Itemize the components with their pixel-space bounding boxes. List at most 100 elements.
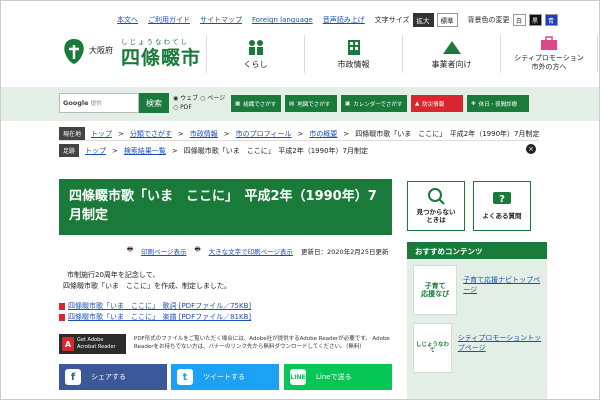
- footprint-link[interactable]: 検索結果一覧: [124, 146, 166, 156]
- search-by-org-button[interactable]: ▦ 組織でさがす: [231, 95, 281, 112]
- search-button[interactable]: 検索: [139, 93, 169, 113]
- kosodate-banner[interactable]: 子育て 応援なび: [413, 265, 458, 315]
- radio-pdf[interactable]: ○: [173, 104, 178, 111]
- page-title: 四條畷市歌「いま ここに」 平成2年（1990年）7月制定: [59, 179, 392, 235]
- facebook-share-label: シェアする: [91, 373, 126, 381]
- twitter-share-label: ツイートする: [203, 373, 245, 381]
- radio-web[interactable]: ◉: [173, 95, 178, 102]
- page-meta: 🖶 印刷ページ表示 🖶 大きな文字で印刷ページ表示 更新日：2020年2月25日…: [127, 245, 388, 256]
- org-icon: ▦: [235, 100, 241, 107]
- utility-bar: 本文へ ご利用ガイド サイトマップ Foreign language 音声読み上…: [117, 13, 558, 27]
- tool-buttons: ▦ 組織でさがす ▤ 地図でさがす ▣ カレンダーでさがす ▲ 防災情報 ✚ 休日・夜間診…: [231, 95, 529, 112]
- line-share-button[interactable]: LINE Lineで送る: [284, 364, 392, 390]
- facebook-share-button[interactable]: f シェアする: [59, 364, 167, 390]
- close-icon[interactable]: ×: [526, 144, 536, 154]
- nav-shisei-label: 市政情報: [337, 59, 370, 69]
- breadcrumb-link[interactable]: 市政情報: [190, 129, 218, 139]
- sitemap-link[interactable]: サイトマップ: [200, 15, 242, 25]
- lyrics-pdf-link[interactable]: 四條畷市歌「いま ここに」 歌詞 [PDFファイル／75KB]: [68, 302, 251, 310]
- twitter-share-button[interactable]: t ツイートする: [171, 364, 279, 390]
- bag-icon: [541, 36, 557, 51]
- nav-business[interactable]: 事業者向け: [402, 35, 500, 73]
- search-by-map-button[interactable]: ▤ 地図でさがす: [285, 95, 337, 112]
- adobe-acrobat-icon: A: [62, 337, 74, 351]
- search-by-org-label: 組織でさがす: [243, 101, 277, 108]
- foreign-language-link[interactable]: Foreign language: [252, 16, 313, 24]
- kosodate-link[interactable]: 子育て応援ナビトップページ: [463, 275, 543, 295]
- recommended-item[interactable]: 子育て 応援なび 子育て応援ナビトップページ: [413, 265, 543, 315]
- prefecture-label: 大阪府: [89, 46, 113, 55]
- body-line-2: 四條畷市歌「いま ここに」を作成、制定しました。: [63, 282, 231, 290]
- text-size-control: 文字サイズ 拡大 標準: [375, 13, 458, 27]
- breadcrumb-link[interactable]: 市の概要: [309, 129, 337, 139]
- nav-city-promotion[interactable]: シティプロモーション 市外の方へ: [500, 35, 598, 73]
- map-icon: ▤: [289, 100, 295, 107]
- search-by-calendar-label: カレンダーでさがす: [353, 101, 403, 108]
- city-emblem-icon[interactable]: [61, 37, 87, 65]
- magnifier-person-icon: [428, 188, 445, 205]
- nav-business-label: 事業者向け: [431, 59, 472, 69]
- page-frame: 本文へ ご利用ガイド サイトマップ Foreign language 音声読み上…: [0, 0, 600, 400]
- nav-shisei[interactable]: 市政情報: [304, 35, 402, 73]
- holiday-clinic-button[interactable]: ✚ 休日・夜間診療: [467, 95, 529, 112]
- print-icon: 🖶: [127, 245, 134, 253]
- nav-city-promotion-label: シティプロモーション 市外の方へ: [514, 54, 584, 71]
- city-name-logo[interactable]: 四條畷市: [121, 43, 201, 70]
- disaster-info-button[interactable]: ▲ 防災情報: [411, 95, 463, 112]
- nav-kurashi[interactable]: くらし: [206, 35, 304, 73]
- text-size-label: 文字サイズ: [374, 16, 410, 24]
- line-icon: LINE: [290, 369, 306, 385]
- bg-white-button[interactable]: 白: [512, 14, 526, 26]
- google-label: Google: [63, 99, 89, 107]
- not-found-label: 見つからない ときは: [416, 208, 456, 224]
- print-large-icon: 🖶: [194, 245, 201, 253]
- radio-page[interactable]: ○: [200, 95, 205, 102]
- breadcrumb: 現在地 トップ > 分類でさがす > 市政情報 > 市のプロフィール > 市の概要 > 四…: [59, 127, 540, 140]
- building-icon: [347, 39, 360, 55]
- holiday-clinic-label: 休日・夜間診療: [478, 101, 518, 108]
- breadcrumb-tag: 現在地: [59, 127, 86, 140]
- faq-label: よくある質問: [482, 212, 522, 221]
- breadcrumb-link[interactable]: 市のプロフィール: [236, 129, 292, 139]
- pdf-icon: [59, 313, 65, 321]
- adobe-badge-line2: Acrobat Reader: [77, 344, 116, 350]
- breadcrumb-link[interactable]: 分類でさがす: [130, 129, 172, 139]
- body-text: 市制施行20周年を記念して、 四條畷市歌「いま ここに」を作成、制定しました。: [63, 270, 231, 292]
- recommended-item[interactable]: しじょうなわて シティプロモーショントップページ: [413, 323, 543, 373]
- recommended-title: おすすめコンテンツ: [407, 242, 547, 259]
- large-print-page-link[interactable]: 大きな文字で印刷ページ表示: [209, 246, 293, 256]
- pdf-links: 四條畷市歌「いま ここに」 歌詞 [PDFファイル／75KB] 四條畷市歌「いま…: [59, 301, 251, 323]
- text-size-standard-button[interactable]: 標準: [436, 13, 458, 27]
- breadcrumb-link[interactable]: トップ: [91, 129, 112, 139]
- medical-icon: ✚: [471, 100, 476, 107]
- adobe-reader-banner[interactable]: A Get Adobe Acrobat Reader: [59, 334, 126, 354]
- radio-pdf-label: PDF: [180, 104, 192, 111]
- search-by-map-label: 地図でさがす: [297, 101, 331, 108]
- search-input[interactable]: Google 提供: [59, 93, 139, 113]
- bg-blue-button[interactable]: 青: [544, 14, 558, 26]
- pdf-icon: [59, 302, 65, 310]
- footprint-tag: 足跡: [59, 144, 80, 157]
- calendar-icon: ▣: [345, 100, 351, 107]
- city-promotion-banner[interactable]: しじょうなわて: [413, 323, 452, 373]
- svg-text:?: ?: [499, 194, 505, 205]
- city-promotion-link[interactable]: シティプロモーショントップページ: [458, 333, 543, 353]
- score-pdf-link[interactable]: 四條畷市歌「いま ここに」 楽譜 [PDFファイル／81KB]: [68, 313, 251, 321]
- voice-reader-link[interactable]: 音声読み上げ: [323, 15, 365, 25]
- body-line-1: 市制施行20周年を記念して、: [67, 271, 160, 279]
- breadcrumb-current: 四條畷市歌「いま ここに」 平成2年（1990年）7月制定: [355, 129, 540, 138]
- skip-to-content-link[interactable]: 本文へ: [117, 15, 138, 25]
- bg-black-button[interactable]: 黒: [528, 14, 542, 26]
- radio-page-label: ページ: [207, 95, 226, 102]
- guide-link[interactable]: ご利用ガイド: [148, 15, 190, 25]
- adobe-badge-line1: Get Adobe: [77, 337, 104, 343]
- mountain-icon: [442, 40, 461, 54]
- bg-color-control: 背景色の変更 白 黒 青: [468, 14, 558, 26]
- search-by-calendar-button[interactable]: ▣ カレンダーでさがす: [341, 95, 407, 112]
- not-found-button[interactable]: 見つからない ときは: [407, 181, 465, 231]
- print-page-link[interactable]: 印刷ページ表示: [141, 246, 186, 256]
- text-size-big-button[interactable]: 拡大: [412, 13, 434, 27]
- footprint-link[interactable]: トップ: [85, 146, 106, 156]
- faq-button[interactable]: ? よくある質問: [473, 181, 531, 231]
- bg-color-label: 背景色の変更: [467, 16, 510, 24]
